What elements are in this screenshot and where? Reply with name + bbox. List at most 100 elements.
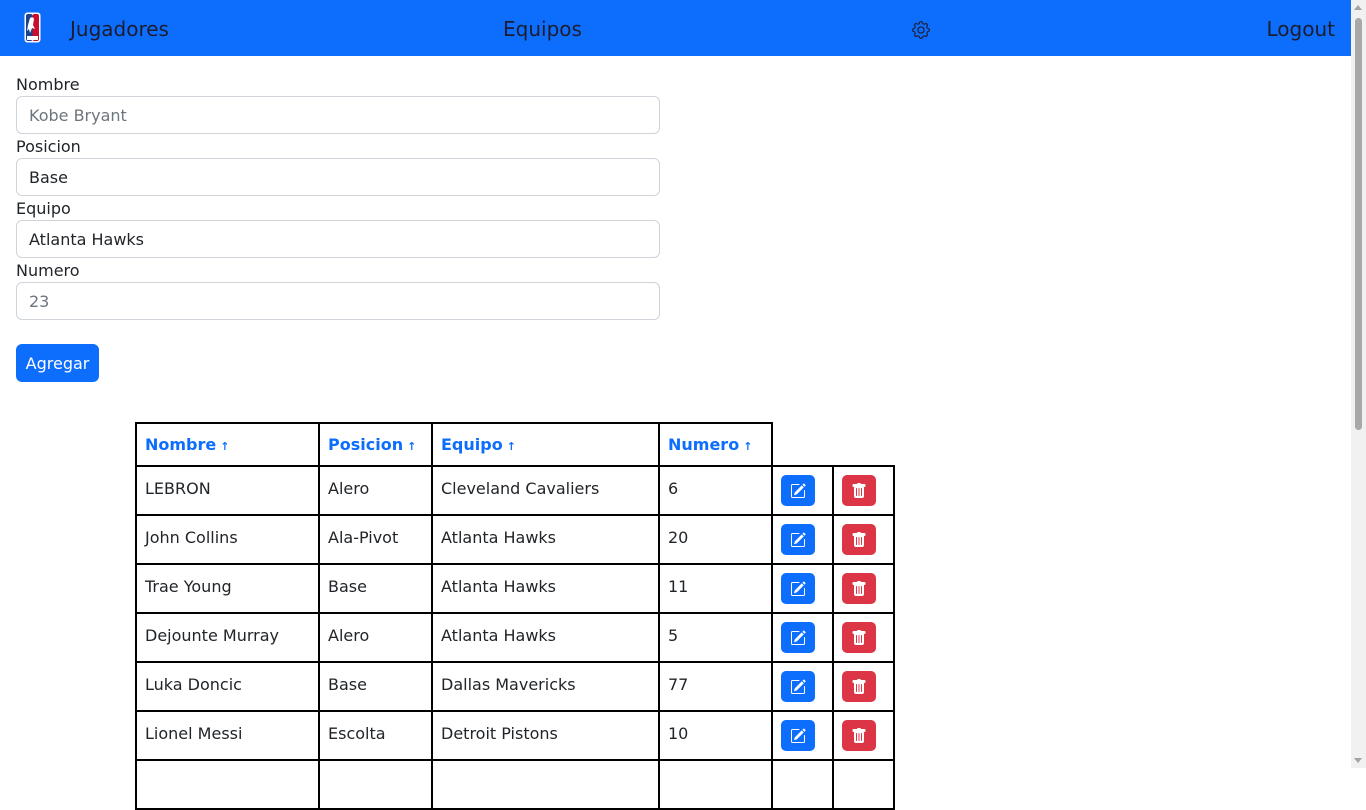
table-row [135, 759, 895, 810]
cell-team: Atlanta Hawks [431, 563, 660, 614]
top-navbar: Jugadores Equipos Logout [0, 0, 1351, 56]
edit-button[interactable] [781, 573, 815, 604]
cell-edit [771, 710, 834, 761]
gear-icon[interactable] [912, 21, 930, 39]
trash-icon [852, 630, 866, 645]
nav-link-players[interactable]: Jugadores [70, 16, 169, 42]
delete-button[interactable] [842, 475, 876, 506]
delete-button[interactable] [842, 671, 876, 702]
trash-icon [852, 581, 866, 596]
cell-position: Alero [318, 612, 433, 663]
trash-icon [852, 483, 866, 498]
edit-button[interactable] [781, 622, 815, 653]
logout-link[interactable]: Logout [1267, 16, 1335, 42]
sort-up-arrow-icon: ↑ [220, 440, 230, 453]
delete-button[interactable] [842, 524, 876, 555]
delete-button[interactable] [842, 720, 876, 751]
number-label: Numero [16, 261, 80, 280]
number-input[interactable] [16, 282, 660, 320]
delete-button[interactable] [842, 573, 876, 604]
cell-team: Dallas Mavericks [431, 661, 660, 712]
page-scrollbar[interactable] [1351, 0, 1366, 768]
cell-team: Atlanta Hawks [431, 612, 660, 663]
sort-up-arrow-icon: ↑ [506, 440, 516, 453]
scrollbar-thumb[interactable] [1355, 18, 1362, 430]
cell-team: Detroit Pistons [431, 710, 660, 761]
cell-position: Escolta [318, 710, 433, 761]
cell-team: Atlanta Hawks [431, 514, 660, 565]
cell-position: Base [318, 563, 433, 614]
column-header-number[interactable]: Numero ↑ [658, 422, 773, 467]
cell-name: John Collins [135, 514, 320, 565]
column-header-label: Nombre [145, 435, 217, 454]
trash-icon [852, 679, 866, 694]
cell-number: 11 [658, 563, 773, 614]
cell-edit [771, 514, 834, 565]
cell-delete [832, 710, 895, 761]
table-cell [658, 759, 773, 810]
cell-number: 5 [658, 612, 773, 663]
edit-icon [791, 532, 806, 547]
cell-delete [832, 465, 895, 516]
table-row: Trae Young Base Atlanta Hawks 11 [135, 563, 895, 614]
scroll-up-arrow-icon[interactable] [1354, 5, 1362, 10]
column-header-position[interactable]: Posicion ↑ [318, 422, 433, 467]
table-cell [135, 759, 320, 810]
cell-number: 20 [658, 514, 773, 565]
cell-name: Luka Doncic [135, 661, 320, 712]
edit-button[interactable] [781, 720, 815, 751]
edit-icon [791, 679, 806, 694]
team-input[interactable] [16, 220, 660, 258]
trash-icon [852, 532, 866, 547]
column-header-label: Numero [668, 435, 740, 454]
sort-up-arrow-icon: ↑ [407, 440, 417, 453]
edit-button[interactable] [781, 524, 815, 555]
cell-edit [771, 563, 834, 614]
table-header-row: Nombre ↑ Posicion ↑ Equipo ↑ Numero ↑ [135, 422, 894, 467]
cell-name: LEBRON [135, 465, 320, 516]
players-table: Nombre ↑ Posicion ↑ Equipo ↑ Numero ↑ LEBRON… [135, 422, 895, 810]
cell-team: Cleveland Cavaliers [431, 465, 660, 516]
column-header-delete [833, 423, 894, 467]
table-cell [832, 759, 895, 810]
column-header-team[interactable]: Equipo ↑ [431, 422, 660, 467]
cell-edit [771, 612, 834, 663]
cell-edit [771, 465, 834, 516]
name-label: Nombre [16, 75, 80, 94]
table-row: LEBRON Alero Cleveland Cavaliers 6 [135, 465, 895, 516]
edit-icon [791, 630, 806, 645]
cell-position: Alero [318, 465, 433, 516]
cell-edit [771, 661, 834, 712]
column-header-label: Equipo [441, 435, 503, 454]
trash-icon [852, 728, 866, 743]
table-cell [431, 759, 660, 810]
cell-delete [832, 514, 895, 565]
position-input[interactable] [16, 158, 660, 196]
name-input[interactable] [16, 96, 660, 134]
table-cell [771, 759, 834, 810]
table-row: John Collins Ala-Pivot Atlanta Hawks 20 [135, 514, 895, 565]
cell-position: Ala-Pivot [318, 514, 433, 565]
nba-logo-icon[interactable] [24, 12, 41, 43]
position-label: Posicion [16, 137, 81, 156]
add-button[interactable]: Agregar [16, 344, 99, 382]
table-row: Luka Doncic Base Dallas Mavericks 77 [135, 661, 895, 712]
edit-icon [791, 728, 806, 743]
cell-position: Base [318, 661, 433, 712]
table-row: Dejounte Murray Alero Atlanta Hawks 5 [135, 612, 895, 663]
cell-delete [832, 661, 895, 712]
table-cell [318, 759, 433, 810]
scroll-down-arrow-icon[interactable] [1354, 758, 1362, 763]
edit-button[interactable] [781, 475, 815, 506]
players-table-container: Nombre ↑ Posicion ↑ Equipo ↑ Numero ↑ LEBRON… [135, 422, 895, 810]
cell-number: 6 [658, 465, 773, 516]
delete-button[interactable] [842, 622, 876, 653]
column-header-name[interactable]: Nombre ↑ [135, 422, 320, 467]
cell-name: Dejounte Murray [135, 612, 320, 663]
table-row: Lionel Messi Escolta Detroit Pistons 10 [135, 710, 895, 761]
edit-icon [791, 483, 806, 498]
nav-link-teams[interactable]: Equipos [503, 16, 582, 42]
edit-button[interactable] [781, 671, 815, 702]
edit-icon [791, 581, 806, 596]
column-header-label: Posicion [328, 435, 404, 454]
